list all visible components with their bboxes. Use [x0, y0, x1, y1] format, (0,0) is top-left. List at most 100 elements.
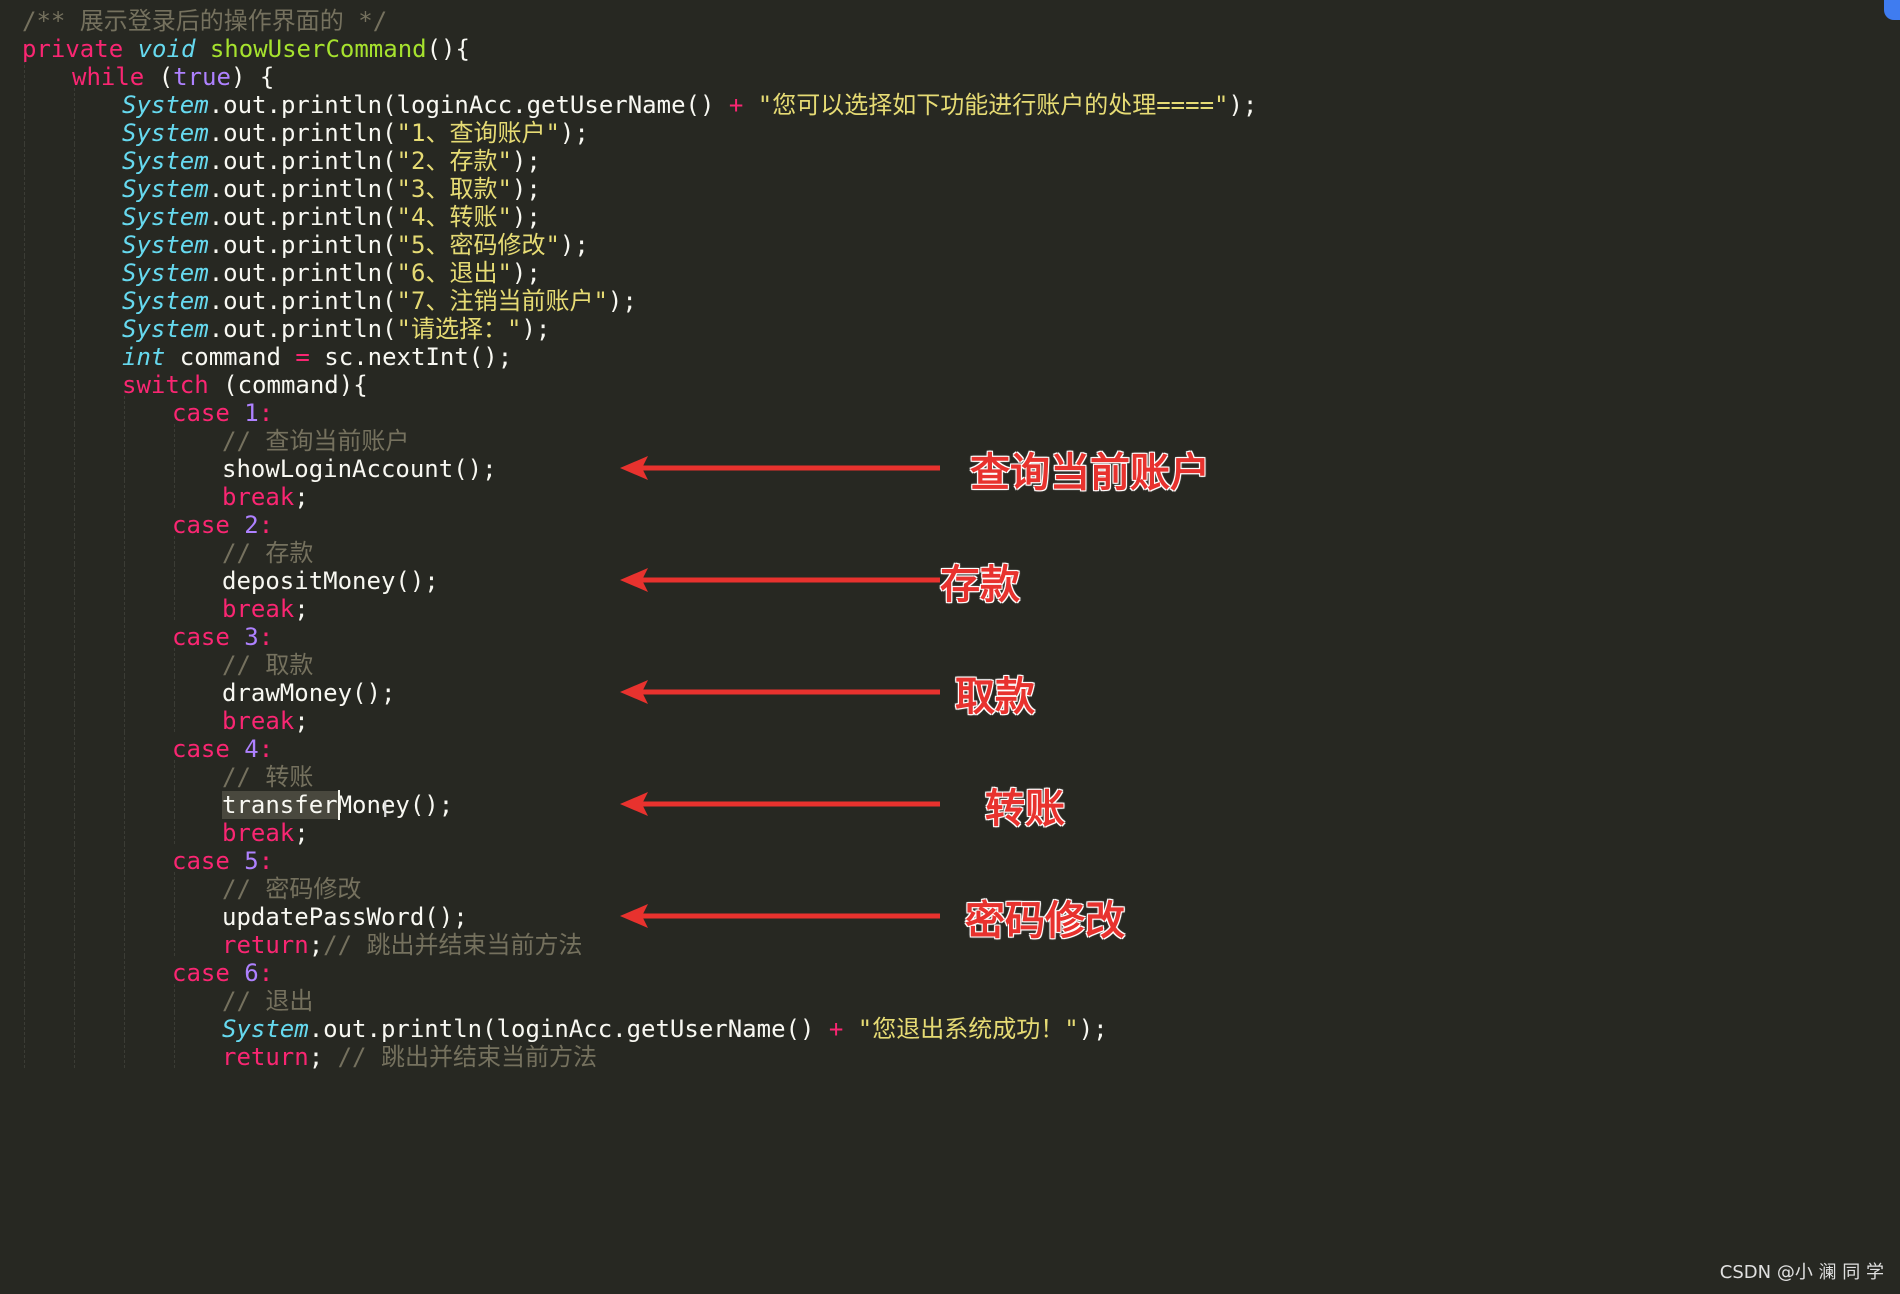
indent-guide — [124, 676, 125, 704]
code-token: System — [122, 315, 209, 343]
indent-guide — [74, 200, 75, 228]
indent-guide — [24, 564, 25, 592]
indent-guide — [174, 928, 175, 956]
indent-guide — [124, 648, 125, 676]
code-token: System — [122, 175, 209, 203]
indent-guide — [74, 956, 75, 984]
indent-guide — [24, 284, 25, 312]
indent-guide — [74, 788, 75, 816]
code-token: ); — [1078, 1015, 1108, 1043]
code-token: .out.println( — [208, 147, 397, 175]
code-token: ; — [308, 931, 324, 959]
code-token: ( — [144, 63, 174, 91]
indent-guide — [24, 172, 25, 200]
code-token: while — [72, 63, 145, 91]
indent-guide — [24, 228, 25, 256]
code-token: 4 — [244, 735, 259, 763]
code-token: ); — [511, 259, 541, 287]
indent-guide — [24, 704, 25, 732]
annotation-label: 查询当前账户 — [970, 450, 1210, 496]
indent-guide — [24, 452, 25, 480]
watermark: CSDN @小 澜 同 学 — [1719, 1262, 1884, 1283]
indent-guide — [124, 956, 125, 984]
indent-guide — [74, 312, 75, 340]
indent-guide — [24, 984, 25, 1012]
code-token: ; — [294, 483, 309, 511]
code-token: return — [222, 931, 309, 959]
indent-guide — [174, 1012, 175, 1040]
code-token: "1、查询账户" — [396, 119, 560, 147]
indent-guide — [124, 844, 125, 872]
indent-guide — [124, 928, 125, 956]
code-token: "3、取款" — [396, 175, 512, 203]
code-token: depositMoney(); — [222, 567, 439, 595]
indent-guide — [74, 592, 75, 620]
code-token: switch — [122, 371, 209, 399]
indent-guide — [24, 732, 25, 760]
code-token: = — [295, 343, 310, 371]
indent-guide — [74, 340, 75, 368]
indent-guide — [124, 620, 125, 648]
code-token: 3 — [244, 623, 259, 651]
code-token: 2 — [244, 511, 259, 539]
indent-guide — [74, 368, 75, 396]
indent-guide — [74, 508, 75, 536]
indent-guide — [174, 564, 175, 592]
code-token: drawMoney(); — [222, 679, 396, 707]
code-token: .out.println( — [208, 287, 397, 315]
code-token: case — [172, 399, 230, 427]
indent-guide — [24, 368, 25, 396]
code-token: System — [122, 203, 209, 231]
indent-guide — [174, 788, 175, 816]
code-token: case — [172, 847, 230, 875]
code-token: .out.println(loginAcc.getUserName() — [208, 91, 729, 119]
corner-badge-icon — [1884, 0, 1900, 20]
indent-guide — [74, 844, 75, 872]
code-token: // 取款 — [222, 651, 314, 679]
indent-guide — [24, 396, 25, 424]
code-token: + — [828, 1015, 844, 1043]
indent-guide — [74, 144, 75, 172]
indent-guide — [74, 928, 75, 956]
code-token: : — [258, 511, 274, 539]
annotation-arrow — [620, 568, 940, 592]
code-token: "您退出系统成功！" — [857, 1015, 1079, 1043]
code-token: 6 — [244, 959, 259, 987]
indent-guide — [74, 256, 75, 284]
code-token: showLoginAccount(); — [222, 455, 497, 483]
code-token: ); — [521, 315, 551, 343]
indent-guide — [24, 816, 25, 844]
code-token: // 密码修改 — [222, 875, 362, 903]
indent-guide — [24, 844, 25, 872]
annotation-arrow — [620, 456, 940, 480]
code-token: : — [258, 735, 274, 763]
indent-guide — [24, 116, 25, 144]
indent-guide — [124, 816, 125, 844]
code-token: break — [222, 707, 295, 735]
indent-guide — [124, 984, 125, 1012]
code-token: ); — [1228, 91, 1258, 119]
code-token: updatePassWord(); — [222, 903, 468, 931]
indent-guide — [74, 480, 75, 508]
indent-guide — [74, 648, 75, 676]
code-token: "您可以选择如下功能进行账户的处理====" — [757, 91, 1229, 119]
code-token: System — [222, 1015, 309, 1043]
code-token: System — [122, 91, 209, 119]
annotation-label: 密码修改 — [965, 898, 1125, 944]
indent-guide — [174, 592, 175, 620]
code-line: return;// 跳出并结束当前方法 — [222, 928, 583, 962]
indent-guide — [124, 480, 125, 508]
code-token: // 查询当前账户 — [222, 427, 410, 455]
indent-guide — [174, 676, 175, 704]
indent-guide — [24, 1012, 25, 1040]
indent-guide — [124, 536, 125, 564]
code-token: 5 — [244, 847, 259, 875]
code-editor[interactable]: /** 展示登录后的操作界面的 */private void showUserC… — [0, 0, 1900, 1294]
indent-guide — [74, 424, 75, 452]
code-token: ; — [308, 1043, 338, 1071]
indent-guide — [24, 144, 25, 172]
